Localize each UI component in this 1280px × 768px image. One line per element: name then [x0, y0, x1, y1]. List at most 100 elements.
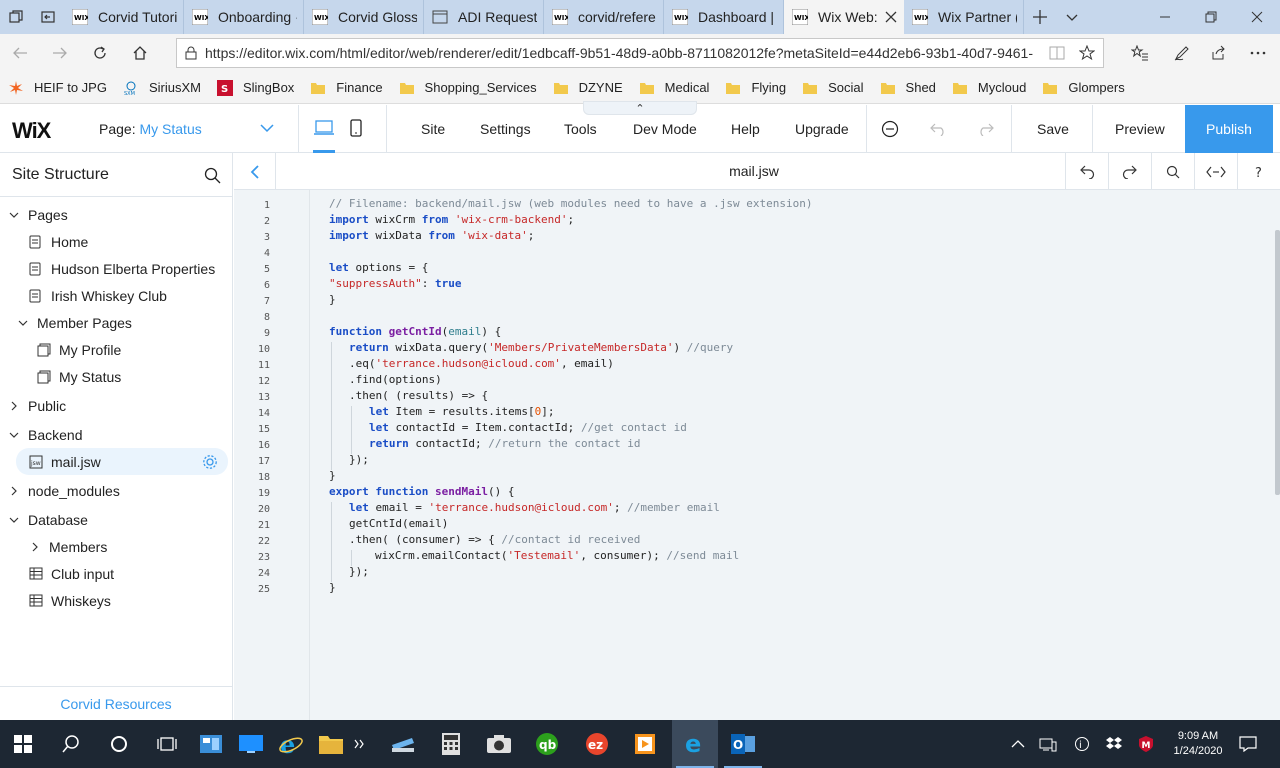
help-icon[interactable]: ? [1237, 153, 1280, 190]
corvid-resources-link[interactable]: Corvid Resources [0, 686, 232, 720]
save-button[interactable]: Save [1037, 121, 1069, 137]
minimize-icon[interactable] [1142, 11, 1188, 23]
favorite-item[interactable]: S SlingBox [216, 79, 294, 96]
system-clock[interactable]: 9:09 AM 1/24/2020 [1162, 729, 1234, 759]
menu-settings[interactable]: Settings [480, 121, 531, 137]
collapse-toolbar-handle[interactable]: ⌃ [583, 101, 697, 115]
favorite-folder[interactable]: Medical [639, 80, 709, 96]
browser-tab[interactable]: WIX corvid/refere [544, 0, 664, 34]
favorite-folder[interactable]: Social [802, 80, 864, 96]
chevron-down-icon[interactable] [260, 123, 274, 133]
tree-section-database[interactable]: Database [0, 506, 232, 533]
chevron-down-icon[interactable] [8, 209, 20, 221]
favorite-folder[interactable]: Mycloud [952, 80, 1026, 96]
tree-item-irish-whiskey-club[interactable]: Irish Whiskey Club [0, 282, 232, 309]
page-selector[interactable]: Page: My Status [99, 121, 202, 137]
notification-center-icon[interactable] [1230, 720, 1266, 768]
back-arrow-icon[interactable] [0, 34, 40, 72]
tree-item-my-profile[interactable]: My Profile [0, 336, 232, 363]
mcafee-shield-icon[interactable]: M [1128, 720, 1164, 768]
favorite-folder[interactable]: Glompers [1042, 80, 1125, 96]
code-format-icon[interactable] [1194, 153, 1237, 190]
tree-item-club-input[interactable]: Club input [0, 560, 232, 587]
more-menu-icon[interactable] [1240, 38, 1276, 68]
task-view-icon[interactable] [144, 720, 190, 768]
menu-tools[interactable]: Tools [564, 121, 597, 137]
menu-upgrade[interactable]: Upgrade [795, 121, 849, 137]
browser-tab[interactable]: ADI Request: [424, 0, 544, 34]
browser-tab[interactable]: WIX Corvid Tutori [64, 0, 184, 34]
sync-status-icon[interactable]: i [1064, 720, 1100, 768]
editor-undo-icon[interactable] [1065, 153, 1108, 190]
browser-tab[interactable]: WIX Corvid Gloss [304, 0, 424, 34]
overflow-chevron-icon[interactable] [344, 720, 376, 768]
lock-icon[interactable] [185, 46, 197, 60]
cortana-icon[interactable] [96, 720, 142, 768]
network-icon[interactable] [1030, 720, 1066, 768]
favorite-folder[interactable]: Shopping_Services [399, 80, 537, 96]
menu-dev-mode[interactable]: Dev Mode [633, 121, 697, 137]
chevron-down-icon[interactable] [17, 317, 29, 329]
favorites-hub-icon[interactable] [1122, 38, 1158, 68]
search-icon[interactable] [48, 720, 94, 768]
editor-scrollbar-thumb[interactable] [1275, 230, 1280, 495]
tree-section-public[interactable]: Public [0, 392, 232, 419]
tab-list-chevron-icon[interactable] [1056, 10, 1088, 24]
gear-icon[interactable] [202, 454, 218, 470]
tree-item-mail-jsw[interactable]: jsw mail.jsw [16, 448, 228, 475]
url-input[interactable]: https://editor.wix.com/html/editor/web/r… [176, 38, 1104, 68]
favorite-star-icon[interactable] [1079, 45, 1095, 61]
browser-tab-active[interactable]: WIX Wix Web: [784, 0, 904, 34]
favorite-folder[interactable]: DZYNE [553, 80, 623, 96]
favorite-item[interactable]: SXM SiriusXM [123, 80, 201, 96]
pen-notes-icon[interactable] [1164, 38, 1200, 68]
tree-item-my-status[interactable]: My Status [0, 363, 232, 390]
media-player-icon[interactable] [622, 720, 668, 768]
calculator-icon[interactable] [428, 720, 474, 768]
wix-logo[interactable]: WiX [12, 118, 51, 144]
dropbox-icon[interactable] [1096, 720, 1132, 768]
new-tab-icon[interactable] [1024, 9, 1056, 25]
windows-start-icon[interactable] [0, 720, 46, 768]
favorite-folder[interactable]: Finance [310, 80, 383, 96]
tree-item-whiskeys[interactable]: Whiskeys [0, 587, 232, 614]
preview-button[interactable]: Preview [1115, 121, 1165, 137]
chevron-down-icon[interactable] [8, 429, 20, 441]
browser-tab[interactable]: WIX Dashboard | [664, 0, 784, 34]
close-window-icon[interactable] [1234, 11, 1280, 23]
chevron-right-icon[interactable] [8, 400, 20, 412]
tree-section-backend[interactable]: Backend [0, 421, 232, 448]
undo-icon[interactable] [929, 122, 947, 136]
editor-redo-icon[interactable] [1108, 153, 1151, 190]
tree-item-hudson-elberta[interactable]: Hudson Elberta Properties [0, 255, 232, 282]
browser-tab[interactable]: WIX Wix Partner ( [904, 0, 1024, 34]
share-icon[interactable] [1200, 38, 1236, 68]
browser-tab[interactable]: WIX Onboarding · [184, 0, 304, 34]
chevron-right-icon[interactable] [29, 541, 41, 553]
camera-icon[interactable] [476, 720, 522, 768]
set-tabs-aside-icon[interactable] [32, 0, 64, 34]
menu-help[interactable]: Help [731, 121, 760, 137]
ez-app-icon[interactable]: ez [574, 720, 620, 768]
forward-arrow-icon[interactable] [40, 34, 80, 72]
home-icon[interactable] [120, 34, 160, 72]
desktop-view-icon[interactable] [314, 119, 334, 137]
menu-site[interactable]: Site [421, 121, 445, 137]
favorite-folder[interactable]: Shed [880, 80, 936, 96]
favorite-item[interactable]: HEIF to JPG [8, 80, 107, 96]
chevron-right-icon[interactable] [8, 485, 20, 497]
mobile-view-icon[interactable] [350, 119, 362, 137]
tree-section-node-modules[interactable]: node_modules [0, 477, 232, 504]
reading-view-icon[interactable] [1049, 46, 1065, 60]
code-editor[interactable]: // Filename: backend/mail.jsw (web modul… [310, 190, 1274, 720]
tree-section-pages[interactable]: Pages [0, 201, 232, 228]
publish-button[interactable]: Publish [1185, 105, 1273, 153]
editor-search-icon[interactable] [1151, 153, 1194, 190]
scanner-icon[interactable] [380, 720, 426, 768]
collapse-panel-icon[interactable] [234, 153, 276, 190]
zoom-out-icon[interactable] [881, 120, 900, 139]
tree-item-members[interactable]: Members [0, 533, 232, 560]
redo-icon[interactable] [977, 122, 995, 136]
search-icon[interactable] [204, 167, 221, 184]
tab-actions-icon[interactable] [0, 0, 32, 34]
